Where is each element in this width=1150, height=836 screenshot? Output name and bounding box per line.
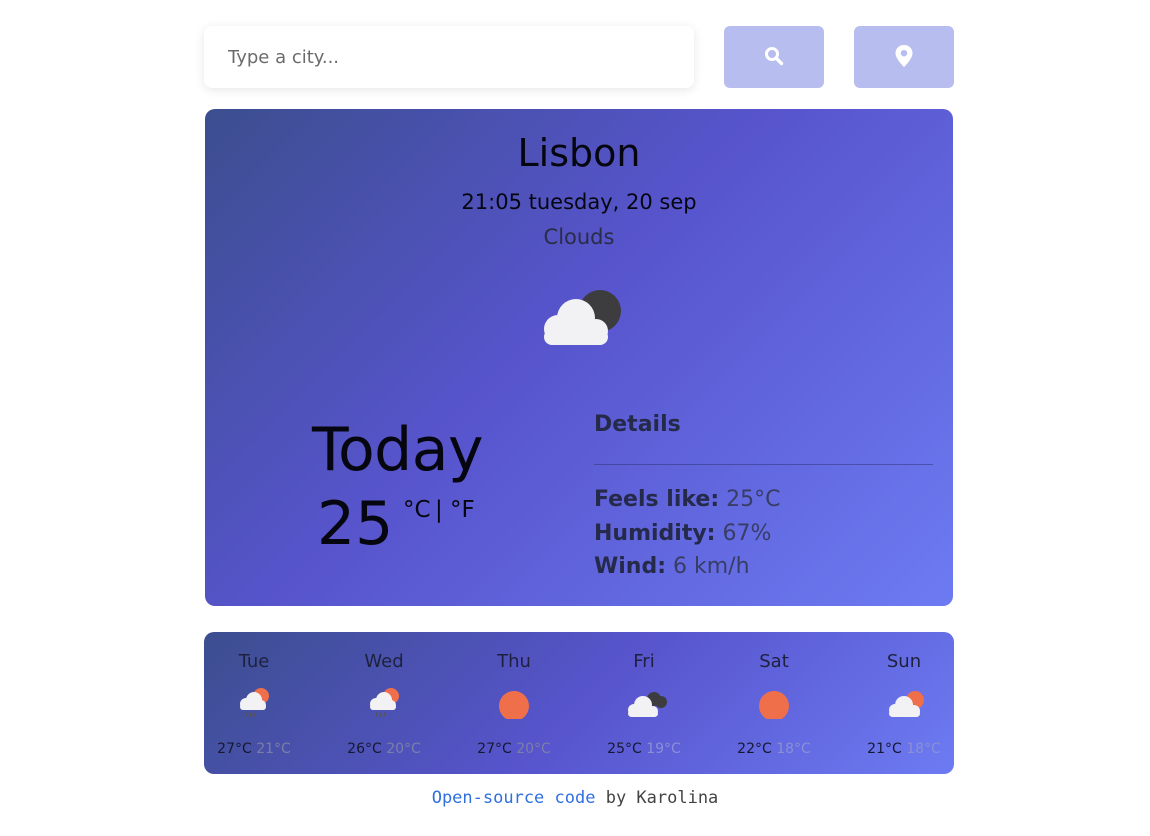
forecast-max: 22°C	[737, 741, 772, 757]
feels-like-label: Feels like:	[594, 487, 720, 512]
forecast-temps: 22°C 18°C	[724, 741, 824, 757]
forecast-min: 21°C	[256, 741, 291, 757]
feels-like-row: Feels like: 25°C	[594, 487, 780, 512]
date-time: 21:05 tuesday, 20 sep	[461, 190, 697, 214]
wind-value: 6 km/h	[673, 554, 750, 579]
forecast-day-name: Sat	[759, 651, 789, 672]
forecast-max: 27°C	[477, 741, 512, 757]
forecast-temps: 25°C 19°C	[594, 741, 694, 757]
forecast-max: 25°C	[607, 741, 642, 757]
forecast-day: Sat 22°C 18°C	[724, 632, 824, 774]
humidity-value: 67%	[722, 521, 772, 546]
forecast-day: Tue 27°C 21°C	[204, 632, 304, 774]
forecast-max: 21°C	[867, 741, 902, 757]
cloud-sun-icon	[886, 687, 930, 723]
current-location-button[interactable]	[854, 26, 954, 88]
footer-author: by Karolina	[595, 788, 719, 808]
wind-row: Wind: 6 km/h	[594, 554, 750, 579]
forecast-min: 19°C	[646, 741, 681, 757]
forecast-min: 20°C	[516, 741, 551, 757]
forecast-temps: 26°C 20°C	[334, 741, 434, 757]
unit-separator: |	[435, 497, 443, 523]
details-divider	[594, 464, 933, 465]
humidity-label: Humidity:	[594, 521, 716, 546]
current-weather-card: Lisbon 21:05 tuesday, 20 sep Clouds Toda…	[205, 109, 953, 606]
search-icon	[764, 46, 784, 69]
humidity-row: Humidity: 67%	[594, 521, 771, 546]
details-heading: Details	[594, 412, 681, 437]
sun-icon	[496, 687, 532, 723]
city-name: Lisbon	[517, 131, 641, 175]
forecast-temps: 27°C 21°C	[204, 741, 304, 757]
cloudy-icon	[626, 687, 670, 723]
forecast-min: 18°C	[776, 741, 811, 757]
cloud-moon-icon	[536, 285, 626, 351]
forecast-day-name: Sun	[886, 651, 922, 672]
forecast-min: 18°C	[906, 741, 941, 757]
rain-sun-icon	[366, 687, 402, 723]
weather-condition: Clouds	[543, 225, 615, 249]
forecast-day: Sun 21°C 18°C	[854, 632, 954, 774]
current-temperature: 25	[317, 489, 394, 559]
forecast-day-name: Tue	[238, 651, 270, 672]
forecast-day-name: Thu	[497, 651, 531, 672]
search-input[interactable]	[204, 26, 694, 88]
forecast-card: Tue 27°C 21°C Wed 26°C 20°C Thu 27°C 20°…	[204, 632, 954, 774]
celsius-toggle[interactable]: °C	[403, 497, 431, 523]
forecast-day: Wed 26°C 20°C	[334, 632, 434, 774]
sun-icon	[756, 687, 792, 723]
fahrenheit-toggle[interactable]: °F	[450, 497, 475, 523]
forecast-temps: 21°C 18°C	[854, 741, 954, 757]
forecast-temps: 27°C 20°C	[464, 741, 564, 757]
forecast-max: 26°C	[347, 741, 382, 757]
rain-sun-icon	[236, 687, 272, 723]
source-code-link[interactable]: Open-source code	[432, 788, 596, 808]
forecast-min: 20°C	[386, 741, 421, 757]
forecast-day-name: Wed	[364, 651, 404, 672]
today-label: Today	[312, 415, 484, 485]
forecast-day: Thu 27°C 20°C	[464, 632, 564, 774]
forecast-day: Fri 25°C 19°C	[594, 632, 694, 774]
forecast-day-name: Fri	[633, 651, 655, 672]
search-button[interactable]	[724, 26, 824, 88]
wind-label: Wind:	[594, 554, 667, 579]
footer: Open-source code by Karolina	[0, 788, 1150, 808]
feels-like-value: 25°C	[726, 487, 781, 512]
map-pin-icon	[895, 44, 913, 70]
forecast-max: 27°C	[217, 741, 252, 757]
